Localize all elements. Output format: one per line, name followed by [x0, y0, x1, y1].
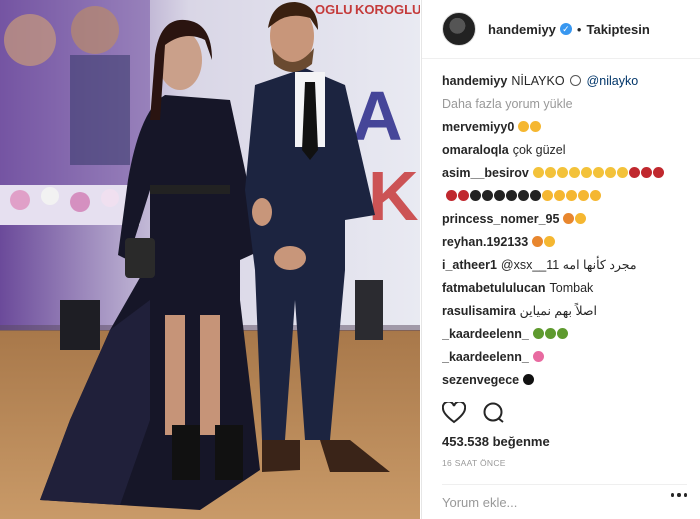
comment-text: Tombak	[549, 281, 594, 295]
comment-text: @xsx__11 مجرد كأنها امه	[500, 258, 637, 272]
load-more-comments[interactable]: Daha fazla yorum yükle	[442, 93, 697, 116]
verified-badge-icon: ✓	[559, 23, 572, 35]
add-comment-area	[442, 484, 687, 510]
like-count[interactable]: 453.538 beğenme	[442, 434, 550, 449]
emoji-icon	[506, 190, 517, 201]
emoji-icon	[532, 328, 544, 339]
emoji-icon	[568, 167, 580, 178]
emoji-icon	[556, 328, 568, 339]
emoji-icon	[530, 121, 542, 132]
emoji-icon	[494, 190, 505, 201]
heart-icon[interactable]	[441, 400, 467, 430]
header-username[interactable]: handemiyy	[488, 22, 556, 37]
emoji-icon	[458, 190, 469, 201]
comment-username[interactable]: asim__besirov	[442, 166, 529, 180]
caption-text: NİLAYKO	[511, 74, 565, 88]
emoji-icon	[616, 167, 628, 178]
caption-mention[interactable]: @nilayko	[587, 74, 639, 88]
comment-row: _kaardeelenn_	[442, 346, 697, 369]
emoji-icon	[554, 190, 565, 201]
comment-bubble-icon[interactable]	[482, 402, 506, 430]
emoji-icon	[532, 351, 544, 362]
comment-text: çok güzel	[512, 143, 566, 157]
post-sidebar: handemiyy ✓ • Takiptesin handemiyy NİLAYK…	[421, 0, 700, 519]
emoji-icon	[446, 190, 457, 201]
emoji-icon	[532, 167, 544, 178]
caption: handemiyy NİLAYKO @nilayko	[442, 70, 697, 93]
emoji-icon	[544, 328, 556, 339]
post-actions	[441, 400, 506, 430]
comment-username[interactable]: sezenvegece	[442, 373, 519, 387]
comment-row: _kaardeelenn_	[442, 323, 697, 346]
svg-text:K: K	[368, 157, 419, 235]
post-photo[interactable]: OGLU KOROGLU A K	[0, 0, 420, 519]
comment-username[interactable]: mervemiyy0	[442, 120, 514, 134]
comment-row: reyhan.192133	[442, 231, 697, 254]
emoji-icon	[542, 190, 553, 201]
comment-username[interactable]: i_atheer1	[442, 258, 497, 272]
emoji-icon	[482, 190, 493, 201]
comment-row: rasulisamira اصلاً بهم نمیاین	[442, 300, 697, 323]
emoji-icon	[470, 190, 481, 201]
comments-list[interactable]: handemiyy NİLAYKO @nilayko Daha fazla yor…	[442, 70, 697, 392]
comment-text: اصلاً بهم نمیاین	[519, 304, 598, 318]
follow-status-button[interactable]: Takiptesin	[586, 22, 649, 37]
emoji-icon	[530, 190, 541, 201]
emoji-icon	[563, 213, 575, 224]
emoji-icon	[578, 190, 589, 201]
emoji-icon	[556, 167, 568, 178]
caption-username[interactable]: handemiyy	[442, 74, 507, 88]
emoji-icon	[628, 167, 640, 178]
emoji-icon	[566, 190, 577, 201]
svg-text:A: A	[352, 77, 403, 155]
emoji-icon	[652, 167, 664, 178]
emoji-icon	[518, 121, 530, 132]
comment-username[interactable]: _kaardeelenn_	[442, 350, 529, 364]
comment-username[interactable]: rasulisamira	[442, 304, 516, 318]
comment-username[interactable]: fatmabetululucan	[442, 281, 546, 295]
emoji-icon	[604, 167, 616, 178]
backdrop-text-right: KOROGLU	[355, 2, 420, 17]
comment-username[interactable]: reyhan.192133	[442, 235, 528, 249]
comment-row: sezenvegece	[442, 369, 697, 392]
comment-row: fatmabetululucan Tombak	[442, 277, 697, 300]
comment-username[interactable]: princess_nomer_95	[442, 212, 559, 226]
more-options-icon[interactable]	[671, 493, 687, 497]
emoji-icon	[518, 190, 529, 201]
comment-row: princess_nomer_95	[442, 208, 697, 231]
comment-row: i_atheer1 @xsx__11 مجرد كأنها امه	[442, 254, 697, 277]
emoji-icon	[592, 167, 604, 178]
alarm-clock-emoji-icon	[570, 75, 582, 86]
comment-row: omaraloqla çok güzel	[442, 139, 697, 162]
add-comment-input[interactable]	[442, 495, 642, 510]
emoji-icon	[590, 190, 601, 201]
comment-row: asim__besirov	[442, 162, 697, 185]
avatar[interactable]	[442, 12, 476, 46]
emoji-icon	[532, 236, 544, 247]
comment-username[interactable]: omaraloqla	[442, 143, 509, 157]
emoji-icon	[523, 374, 535, 385]
emoji-icon	[575, 213, 587, 224]
backdrop-text-left: OGLU	[315, 2, 353, 17]
comment-username[interactable]: _kaardeelenn_	[442, 327, 529, 341]
emoji-icon	[544, 167, 556, 178]
post-header: handemiyy ✓ • Takiptesin	[422, 0, 700, 59]
comment-row: mervemiyy0	[442, 116, 697, 139]
emoji-icon	[544, 236, 556, 247]
emoji-icon	[640, 167, 652, 178]
emoji-icon	[580, 167, 592, 178]
comment-row	[442, 185, 697, 208]
separator-dot: •	[576, 21, 582, 37]
post-timestamp: 16 SAAT ÖNCE	[442, 458, 506, 468]
